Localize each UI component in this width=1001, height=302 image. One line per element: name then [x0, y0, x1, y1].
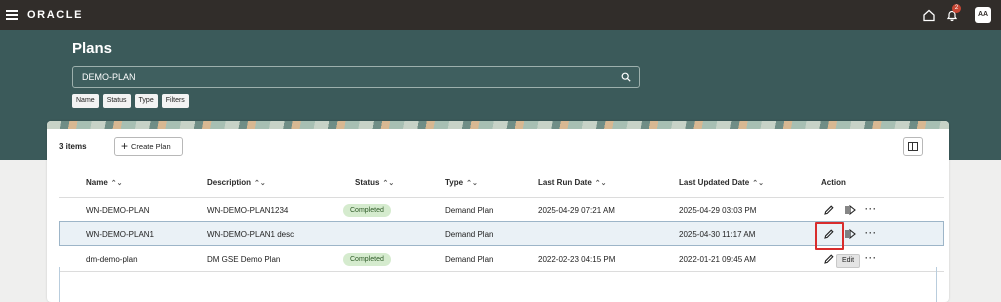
cell-last-updated-date: 2022-01-21 09:45 AM: [679, 255, 756, 264]
cell-last-updated-date: 2025-04-30 11:17 AM: [679, 230, 756, 239]
items-count: 3 items: [59, 142, 87, 151]
column-label: Description: [207, 178, 252, 187]
edit-icon[interactable]: [823, 253, 835, 265]
column-header-status[interactable]: Status ⌃⌄: [355, 178, 394, 187]
run-icon[interactable]: [844, 228, 856, 240]
sort-icon[interactable]: ⌃⌄: [595, 180, 607, 187]
more-icon[interactable]: ···: [865, 228, 877, 238]
filter-chip-status[interactable]: Status: [102, 94, 131, 108]
table-empty-area: [59, 267, 937, 302]
oracle-logo: ORACLE: [27, 9, 84, 21]
sort-icon[interactable]: ⌃⌄: [382, 180, 394, 187]
cell-description: WN-DEMO-PLAN1 desc: [207, 230, 295, 239]
decorative-banner: [47, 121, 949, 129]
sort-icon[interactable]: ⌃⌄: [466, 180, 478, 187]
cell-last-updated-date: 2025-04-29 03:03 PM: [679, 206, 757, 215]
column-header-action: Action: [821, 178, 846, 187]
search-icon[interactable]: [621, 72, 631, 82]
cell-description: WN-DEMO-PLAN1234: [207, 206, 289, 215]
table-row[interactable]: WN-DEMO-PLAN WN-DEMO-PLAN1234 Completed …: [59, 197, 944, 222]
column-header-last-updated-date[interactable]: Last Updated Date ⌃⌄: [679, 178, 764, 187]
filter-chips: Name Status Type Filters: [72, 94, 189, 108]
edit-tooltip: Edit: [836, 254, 861, 268]
notification-badge: 2: [952, 4, 961, 13]
cell-type: Demand Plan: [445, 230, 494, 239]
plus-icon: +: [121, 139, 129, 153]
cell-last-run-date: 2025-04-29 07:21 AM: [538, 206, 615, 215]
cell-name[interactable]: dm-demo-plan: [86, 255, 138, 264]
sort-icon[interactable]: ⌃⌄: [254, 180, 266, 187]
column-label: Name: [86, 178, 108, 187]
table-row[interactable]: WN-DEMO-PLAN1 WN-DEMO-PLAN1 desc Demand …: [59, 221, 944, 246]
more-icon[interactable]: ···: [865, 253, 877, 263]
sort-icon[interactable]: ⌃⌄: [111, 180, 123, 187]
cell-name[interactable]: WN-DEMO-PLAN: [86, 206, 150, 215]
column-header-name[interactable]: Name ⌃⌄: [86, 178, 123, 187]
run-icon[interactable]: [844, 204, 856, 216]
column-label: Type: [445, 178, 464, 187]
cell-type: Demand Plan: [445, 206, 494, 215]
cell-description: DM GSE Demo Plan: [207, 255, 281, 264]
column-header-type[interactable]: Type ⌃⌄: [445, 178, 478, 187]
search-value: DEMO-PLAN: [82, 72, 136, 82]
create-plan-label: Create Plan: [131, 142, 171, 151]
filter-chip-filters[interactable]: Filters: [161, 94, 189, 108]
column-header-last-run-date[interactable]: Last Run Date ⌃⌄: [538, 178, 607, 187]
edit-icon[interactable]: [823, 204, 835, 216]
more-icon[interactable]: ···: [865, 204, 877, 214]
global-header: ORACLE 2 AA: [0, 0, 1001, 30]
results-panel: 3 items + Create Plan Name ⌃⌄ Description ⌃…: [47, 121, 949, 302]
create-plan-button[interactable]: + Create Plan: [114, 137, 183, 156]
status-badge: Completed: [343, 204, 391, 217]
columns-icon: [908, 142, 918, 151]
cell-name[interactable]: WN-DEMO-PLAN1: [86, 230, 154, 239]
search-input[interactable]: DEMO-PLAN: [72, 66, 640, 88]
filter-chip-type[interactable]: Type: [134, 94, 158, 108]
column-label: Last Updated Date: [679, 178, 750, 187]
edit-focus-highlight: [815, 222, 844, 250]
sort-icon[interactable]: ⌃⌄: [752, 180, 764, 187]
hamburger-icon[interactable]: [6, 10, 18, 20]
avatar[interactable]: AA: [975, 7, 991, 23]
column-header-description[interactable]: Description ⌃⌄: [207, 178, 266, 187]
cell-last-run-date: 2022-02-23 04:15 PM: [538, 255, 616, 264]
column-label: Status: [355, 178, 380, 187]
column-label: Last Run Date: [538, 178, 592, 187]
filter-chip-name[interactable]: Name: [72, 94, 99, 108]
columns-toggle-button[interactable]: [903, 137, 923, 156]
status-badge: Completed: [343, 253, 391, 266]
cell-type: Demand Plan: [445, 255, 494, 264]
page-title: Plans: [72, 40, 113, 57]
home-icon[interactable]: [922, 8, 936, 22]
